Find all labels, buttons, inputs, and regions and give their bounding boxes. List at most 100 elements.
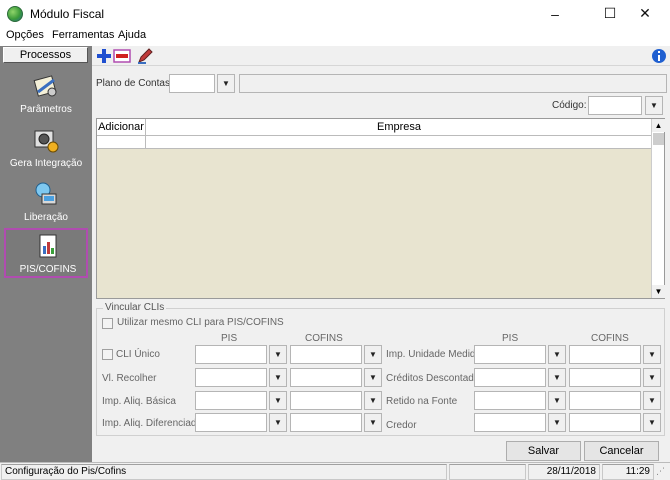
column-cofins-right: COFINS — [591, 333, 629, 344]
codigo-label: Código: — [552, 100, 587, 111]
grid-scrollbar[interactable]: ▲ ▼ — [651, 119, 665, 298]
menu-ferramentas[interactable]: Ferramentas — [52, 29, 114, 41]
retido-na-fonte-label: Retido na Fonte — [386, 396, 458, 407]
codigo-dropdown[interactable]: ▼ — [645, 96, 663, 115]
table-cell[interactable] — [147, 136, 651, 148]
add-icon[interactable] — [95, 47, 113, 65]
pis-unidade-medida-input[interactable] — [474, 345, 546, 364]
sidebar: Processos Parâmetros Gera Integração Lib… — [0, 46, 92, 462]
sidebar-item-gera-integracao[interactable]: Gera Integração — [4, 124, 88, 176]
scroll-thumb[interactable] — [653, 133, 664, 145]
plano-contas-label: Plano de Contas: — [96, 78, 173, 89]
table-cell[interactable] — [97, 136, 146, 148]
resize-grip-icon[interactable]: ⋰ — [656, 466, 668, 478]
pis-creditos-input[interactable] — [474, 368, 546, 387]
cofins-credor-input[interactable] — [569, 413, 641, 432]
pis-aliq-diferenciada-input[interactable] — [195, 413, 267, 432]
info-icon[interactable] — [650, 47, 668, 65]
status-empty-panel — [449, 464, 526, 480]
cofins-aliq-basica-input[interactable] — [290, 391, 362, 410]
pis-credor-dropdown[interactable]: ▼ — [548, 413, 566, 432]
remove-icon[interactable] — [113, 47, 131, 65]
cofins-unidade-medida-dropdown[interactable]: ▼ — [643, 345, 661, 364]
cli-unico-checkbox[interactable] — [102, 349, 113, 360]
cofins-retido-dropdown[interactable]: ▼ — [643, 391, 661, 410]
column-header-adicionar[interactable]: Adicionar — [97, 119, 146, 135]
sidebar-item-label: Gera Integração — [9, 158, 83, 169]
creditos-descontados-label: Créditos Descontados — [386, 373, 485, 384]
pis-aliq-basica-input[interactable] — [195, 391, 267, 410]
vincular-clis-group: Vincular CLIs Utilizar mesmo CLI para PI… — [96, 302, 665, 436]
toolbar — [92, 46, 670, 66]
cofins-credor-dropdown[interactable]: ▼ — [643, 413, 661, 432]
release-icon — [35, 182, 57, 205]
cofins-cli-unico-dropdown[interactable]: ▼ — [364, 345, 382, 364]
plano-contas-code-input[interactable] — [169, 74, 215, 93]
status-bar: Configuração do Pis/Cofins 28/11/2018 11… — [0, 462, 670, 480]
pis-retido-input[interactable] — [474, 391, 546, 410]
cofins-vl-recolher-input[interactable] — [290, 368, 362, 387]
integration-icon — [34, 130, 59, 153]
cli-unico-label: CLI Único — [116, 349, 160, 360]
codigo-input[interactable] — [588, 96, 642, 115]
status-date: 28/11/2018 — [528, 464, 600, 480]
parameters-icon — [33, 75, 57, 97]
sidebar-header[interactable]: Processos — [3, 47, 88, 63]
pis-credor-input[interactable] — [474, 413, 546, 432]
cofins-creditos-input[interactable] — [569, 368, 641, 387]
cofins-retido-input[interactable] — [569, 391, 641, 410]
sidebar-item-label: Parâmetros — [20, 104, 72, 115]
minimize-button[interactable]: – — [532, 0, 578, 27]
scroll-up-icon[interactable]: ▲ — [652, 119, 665, 132]
edit-icon[interactable] — [136, 47, 154, 65]
credor-label: Credor — [386, 420, 417, 431]
pis-retido-dropdown[interactable]: ▼ — [548, 391, 566, 410]
column-cofins-left: COFINS — [305, 333, 343, 344]
plano-contas-description — [239, 74, 667, 93]
cofins-aliq-diferenciada-input[interactable] — [290, 413, 362, 432]
menu-opcoes[interactable]: Opções — [6, 29, 44, 41]
status-message: Configuração do Pis/Cofins — [1, 464, 447, 480]
vl-recolher-label: Vl. Recolher — [102, 373, 157, 384]
pis-cli-unico-input[interactable] — [195, 345, 267, 364]
close-button[interactable]: ✕ — [622, 0, 668, 27]
main-panel: Plano de Contas: ▼ Código: ▼ Adicionar E… — [92, 46, 670, 462]
table-row[interactable] — [97, 136, 651, 149]
pis-vl-recolher-dropdown[interactable]: ▼ — [269, 368, 287, 387]
cancel-button[interactable]: Cancelar — [584, 441, 659, 461]
pis-creditos-dropdown[interactable]: ▼ — [548, 368, 566, 387]
column-pis-right: PIS — [502, 333, 519, 344]
imp-aliq-basica-label: Imp. Aliq. Básica — [102, 396, 176, 407]
grid-header: Adicionar Empresa — [97, 119, 651, 136]
column-header-empresa[interactable]: Empresa — [147, 119, 651, 135]
plano-contas-dropdown[interactable]: ▼ — [217, 74, 235, 93]
sidebar-item-label: PIS/COFINS — [19, 264, 77, 275]
cofins-creditos-dropdown[interactable]: ▼ — [643, 368, 661, 387]
save-button[interactable]: Salvar — [506, 441, 581, 461]
cofins-vl-recolher-dropdown[interactable]: ▼ — [364, 368, 382, 387]
imp-aliq-diferenciada-label: Imp. Aliq. Diferenciada — [102, 418, 203, 429]
pis-aliq-diferenciada-dropdown[interactable]: ▼ — [269, 413, 287, 432]
pis-unidade-medida-dropdown[interactable]: ▼ — [548, 345, 566, 364]
document-chart-icon — [39, 234, 57, 258]
cofins-aliq-diferenciada-dropdown[interactable]: ▼ — [364, 413, 382, 432]
pis-cli-unico-dropdown[interactable]: ▼ — [269, 345, 287, 364]
same-cli-label: Utilizar mesmo CLI para PIS/COFINS — [117, 317, 284, 328]
sidebar-item-label: Liberação — [24, 212, 68, 223]
sidebar-item-liberacao[interactable]: Liberação — [4, 178, 88, 230]
status-time: 11:29 — [602, 464, 654, 480]
cofins-cli-unico-input[interactable] — [290, 345, 362, 364]
sidebar-item-parametros[interactable]: Parâmetros — [4, 70, 88, 122]
menu-ajuda[interactable]: Ajuda — [118, 29, 146, 41]
pis-aliq-basica-dropdown[interactable]: ▼ — [269, 391, 287, 410]
title-bar: Módulo Fiscal – ☐ ✕ — [0, 0, 670, 27]
cofins-aliq-basica-dropdown[interactable]: ▼ — [364, 391, 382, 410]
empresa-grid[interactable]: Adicionar Empresa ▲ ▼ — [96, 118, 665, 299]
same-cli-checkbox[interactable] — [102, 318, 113, 329]
cofins-unidade-medida-input[interactable] — [569, 345, 641, 364]
group-title: Vincular CLIs — [103, 302, 167, 313]
pis-vl-recolher-input[interactable] — [195, 368, 267, 387]
scroll-down-icon[interactable]: ▼ — [652, 285, 665, 298]
sidebar-item-pis-cofins[interactable]: PIS/COFINS — [4, 228, 88, 278]
imp-unidade-medida-label: Imp. Unidade Medida — [386, 349, 482, 360]
